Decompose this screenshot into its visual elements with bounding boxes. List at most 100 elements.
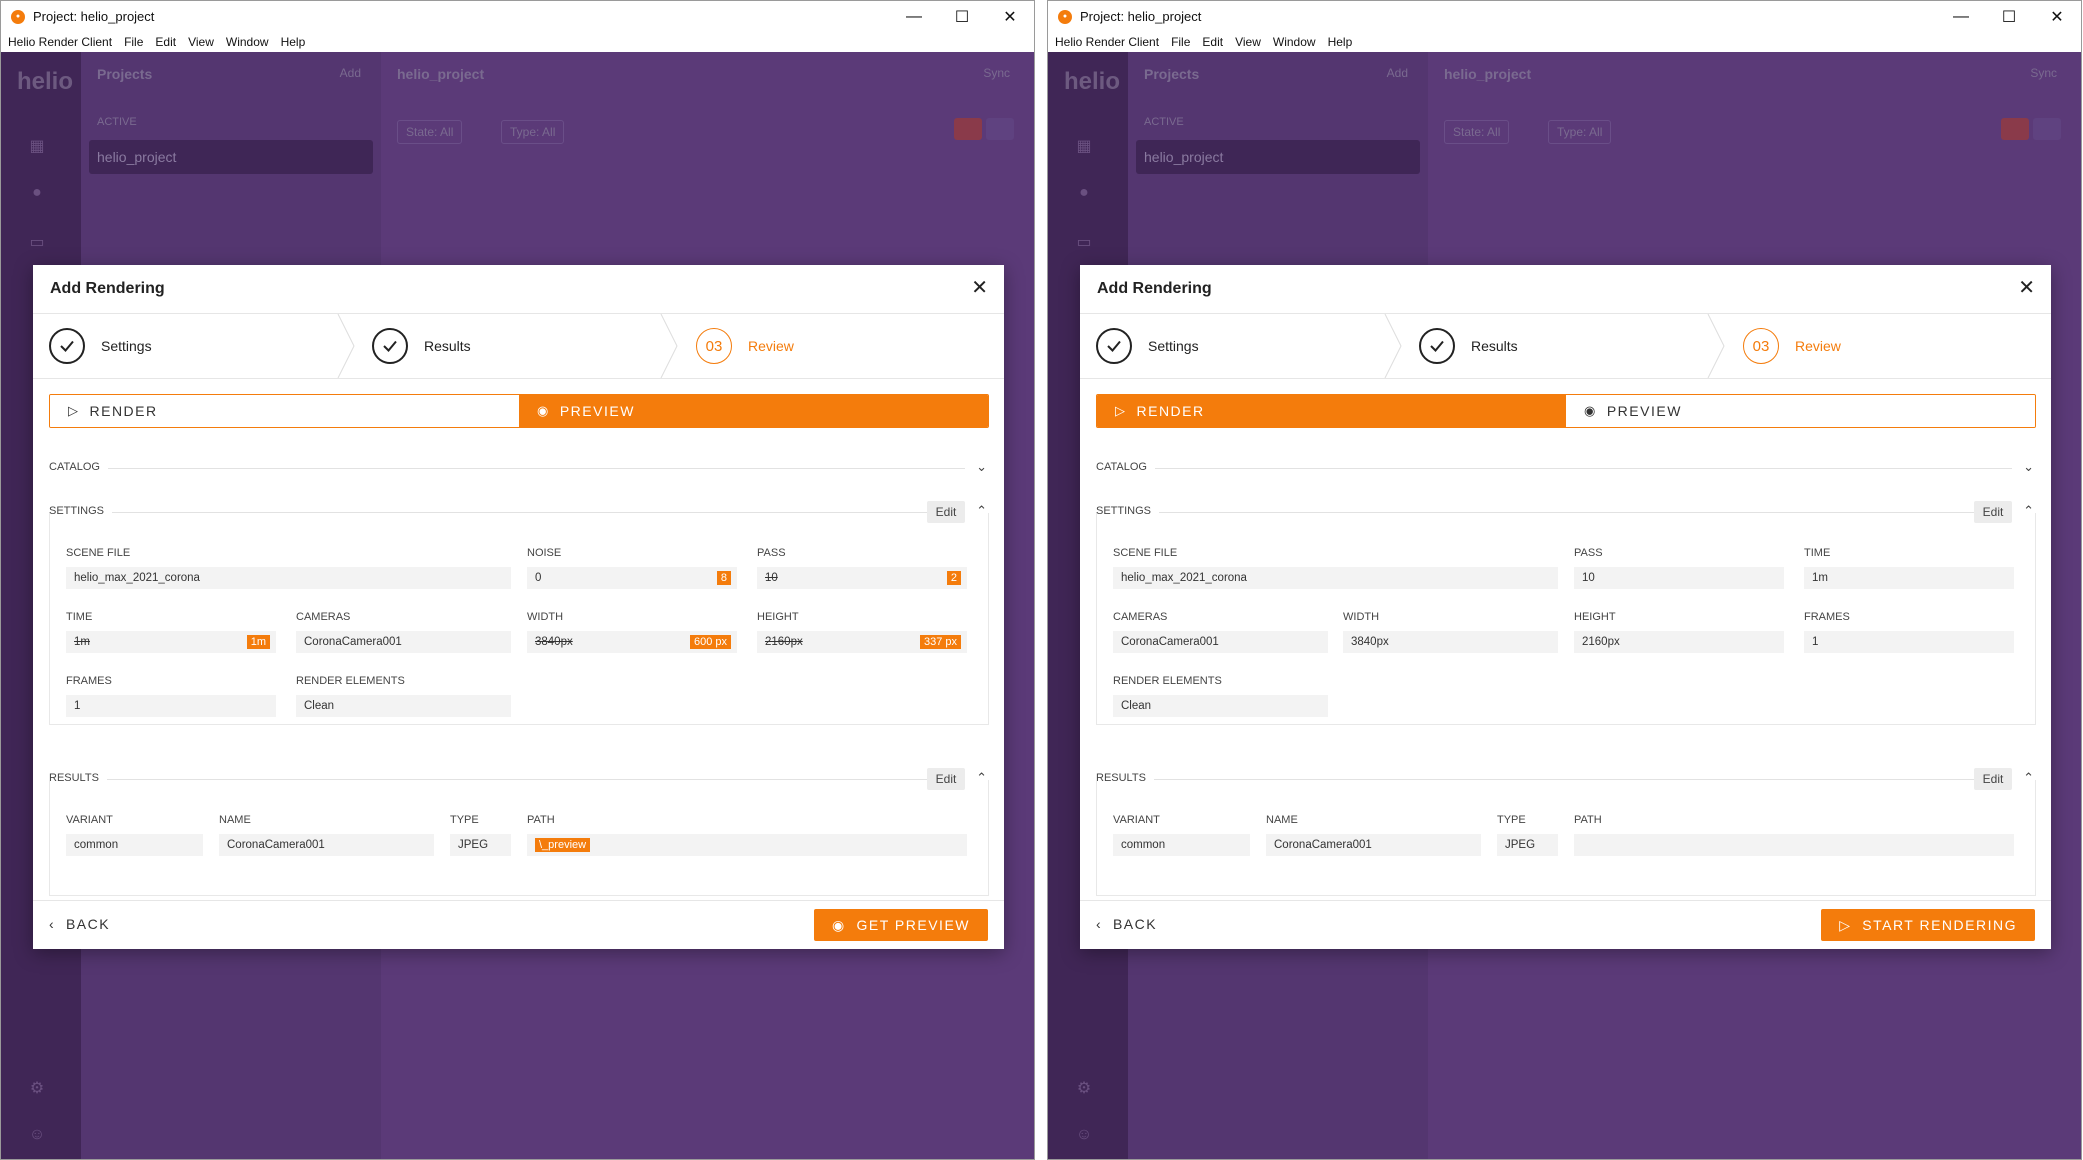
menu-view[interactable]: View	[1235, 35, 1261, 49]
step-settings[interactable]: Settings	[1096, 314, 1199, 378]
menu-view[interactable]: View	[188, 35, 214, 49]
main-title: helio_project	[397, 66, 485, 82]
get-preview-button[interactable]: ◉ GET PREVIEW	[814, 909, 988, 941]
menu-window[interactable]: Window	[1273, 35, 1316, 49]
maximize-button[interactable]: ☐	[1985, 1, 2033, 32]
menu-file[interactable]: File	[124, 35, 143, 49]
step-results[interactable]: Results	[1419, 314, 1518, 378]
path-override-chip: \_preview	[535, 838, 591, 852]
render-label: RENDER	[89, 403, 158, 419]
menu-file[interactable]: File	[1171, 35, 1190, 49]
menu-app[interactable]: Helio Render Client	[1055, 35, 1159, 49]
catalog-label: CATALOG	[1096, 461, 1155, 473]
field-value: JPEG	[450, 834, 511, 856]
nodes-icon[interactable]: ●	[27, 184, 47, 202]
field-value: 3840px	[1343, 631, 1558, 653]
check-icon	[1419, 328, 1455, 364]
project-item[interactable]: helio_project	[89, 140, 373, 174]
type-filter[interactable]: Type: All	[1548, 120, 1612, 144]
field-value: 2160px 337 px	[757, 631, 967, 653]
user-icon[interactable]: ☺	[1074, 1126, 1094, 1144]
project-item[interactable]: helio_project	[1136, 140, 1420, 174]
field-label: CAMERAS	[1113, 611, 1168, 623]
chevron-down-icon[interactable]: ⌄	[976, 459, 987, 475]
folder-icon[interactable]: ▭	[27, 232, 47, 251]
dashboard-icon[interactable]: ▦	[27, 136, 47, 155]
menu-bar: Helio Render Client File Edit View Windo…	[1, 32, 1034, 53]
render-toggle-button[interactable]: ▷ RENDER	[50, 395, 519, 427]
app-window-preview: ● Project: helio_project — ☐ ✕ Helio Ren…	[0, 0, 1035, 1160]
minimize-button[interactable]: —	[1937, 1, 1985, 32]
frames-field: FRAMES 1	[1804, 611, 2014, 653]
step-review[interactable]: 03 Review	[696, 314, 794, 378]
back-button[interactable]: ‹ BACK	[1096, 916, 1157, 932]
field-label: WIDTH	[1343, 611, 1380, 623]
step-separator	[1384, 314, 1402, 378]
eye-icon: ◉	[832, 917, 846, 933]
sync-button[interactable]: Sync	[983, 66, 1010, 80]
play-icon: ▷	[1839, 917, 1852, 933]
step-label: Settings	[1148, 338, 1199, 354]
grid-view-button[interactable]	[986, 118, 1014, 140]
render-toggle-button[interactable]: ▷ RENDER	[1097, 395, 1566, 427]
helio-app-icon: ●	[11, 9, 25, 24]
chevron-down-icon[interactable]: ⌄	[2023, 459, 2034, 475]
dashboard-icon[interactable]: ▦	[1074, 136, 1094, 155]
field-value: helio_max_2021_corona	[1113, 567, 1558, 589]
gear-icon[interactable]: ⚙	[27, 1078, 47, 1097]
menu-help[interactable]: Help	[1328, 35, 1353, 49]
folder-icon[interactable]: ▭	[1074, 232, 1094, 251]
list-view-button[interactable]	[954, 118, 982, 140]
field-value: common	[1113, 834, 1250, 856]
add-project-button[interactable]: Add	[340, 66, 361, 80]
results-box: VARIANT common NAME CoronaCamera001 TYPE…	[1096, 780, 2036, 896]
close-icon[interactable]: ✕	[971, 275, 988, 300]
title-bar: ● Project: helio_project — ☐ ✕	[1, 1, 1034, 32]
step-settings[interactable]: Settings	[49, 314, 152, 378]
helio-app-icon: ●	[1058, 9, 1072, 24]
list-view-button[interactable]	[2001, 118, 2029, 140]
close-icon[interactable]: ✕	[2018, 275, 2035, 300]
type-filter[interactable]: Type: All	[501, 120, 565, 144]
path-field: PATH	[1574, 814, 2014, 856]
back-label: BACK	[1112, 916, 1158, 932]
preview-toggle-button[interactable]: ◉ PREVIEW	[519, 395, 988, 427]
window-title: Project: helio_project	[1080, 9, 1202, 24]
state-filter[interactable]: State: All	[397, 120, 463, 144]
override-badge: 1m	[246, 635, 270, 649]
nodes-icon[interactable]: ●	[1074, 184, 1094, 202]
render-elements-field: RENDER ELEMENTS Clean	[1113, 675, 1328, 717]
preview-toggle-button[interactable]: ◉ PREVIEW	[1566, 395, 2035, 427]
menu-app[interactable]: Helio Render Client	[8, 35, 112, 49]
variant-field: VARIANT common	[1113, 814, 1250, 856]
start-rendering-button[interactable]: ▷ START RENDERING	[1821, 909, 2035, 941]
user-icon[interactable]: ☺	[27, 1126, 47, 1144]
step-review[interactable]: 03 Review	[1743, 314, 1841, 378]
catalog-section[interactable]: CATALOG ⌄	[49, 457, 989, 481]
close-window-button[interactable]: ✕	[2033, 1, 2081, 32]
menu-edit[interactable]: Edit	[1202, 35, 1223, 49]
add-rendering-dialog: Add Rendering ✕ Settings Results 03 Revi…	[33, 265, 1004, 949]
minimize-button[interactable]: —	[890, 1, 938, 32]
catalog-section[interactable]: CATALOG ⌄	[1096, 457, 2036, 481]
step-separator	[337, 314, 355, 378]
grid-view-button[interactable]	[2033, 118, 2061, 140]
field-value: CoronaCamera001	[1113, 631, 1328, 653]
add-project-button[interactable]: Add	[1387, 66, 1408, 80]
dialog-footer: ‹ BACK ◉ GET PREVIEW	[33, 900, 1004, 949]
back-button[interactable]: ‹ BACK	[49, 916, 110, 932]
menu-edit[interactable]: Edit	[155, 35, 176, 49]
settings-box: SCENE FILE helio_max_2021_corona NOISE 0…	[49, 513, 989, 725]
menu-window[interactable]: Window	[226, 35, 269, 49]
time-field: TIME 1m 1m	[66, 611, 276, 653]
sync-button[interactable]: Sync	[2030, 66, 2057, 80]
menu-help[interactable]: Help	[281, 35, 306, 49]
name-field: NAME CoronaCamera001	[1266, 814, 1481, 856]
field-label: NOISE	[527, 547, 562, 559]
gear-icon[interactable]: ⚙	[1074, 1078, 1094, 1097]
maximize-button[interactable]: ☐	[938, 1, 986, 32]
state-filter[interactable]: State: All	[1444, 120, 1510, 144]
close-window-button[interactable]: ✕	[986, 1, 1034, 32]
override-badge: 337 px	[919, 635, 961, 649]
step-results[interactable]: Results	[372, 314, 471, 378]
